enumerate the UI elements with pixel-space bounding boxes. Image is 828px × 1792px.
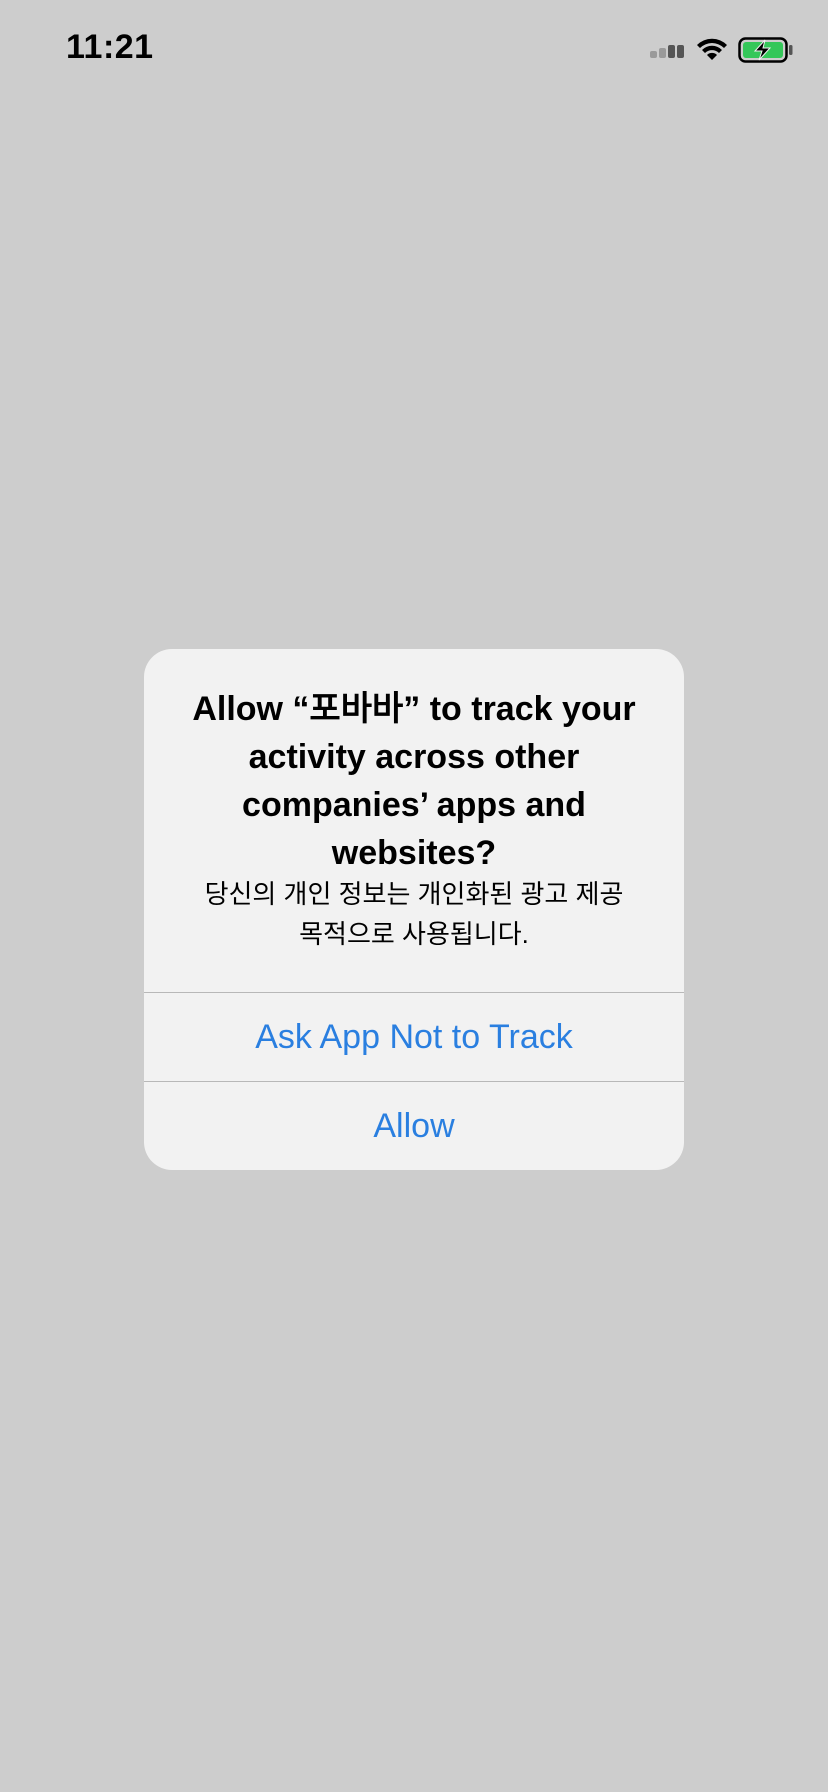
status-icons	[650, 34, 794, 66]
status-time: 11:21	[66, 28, 154, 66]
battery-charging-icon	[738, 37, 794, 63]
allow-button[interactable]: Allow	[144, 1082, 684, 1170]
alert-body: Allow “포바바” to track your activity acros…	[144, 649, 684, 993]
ask-not-to-track-button[interactable]: Ask App Not to Track	[144, 993, 684, 1081]
tracking-permission-alert: Allow “포바바” to track your activity acros…	[144, 649, 684, 1170]
alert-message: 당신의 개인 정보는 개인화된 광고 제공 목적으로 사용됩니다.	[204, 879, 624, 949]
alert-title: Allow “포바바” to track your activity acros…	[192, 690, 636, 872]
wifi-icon	[696, 38, 728, 62]
screen: 11:21 Allow “포바바” to track your activity…	[0, 0, 828, 1792]
signal-icon	[650, 42, 686, 58]
status-bar: 11:21	[0, 0, 828, 100]
